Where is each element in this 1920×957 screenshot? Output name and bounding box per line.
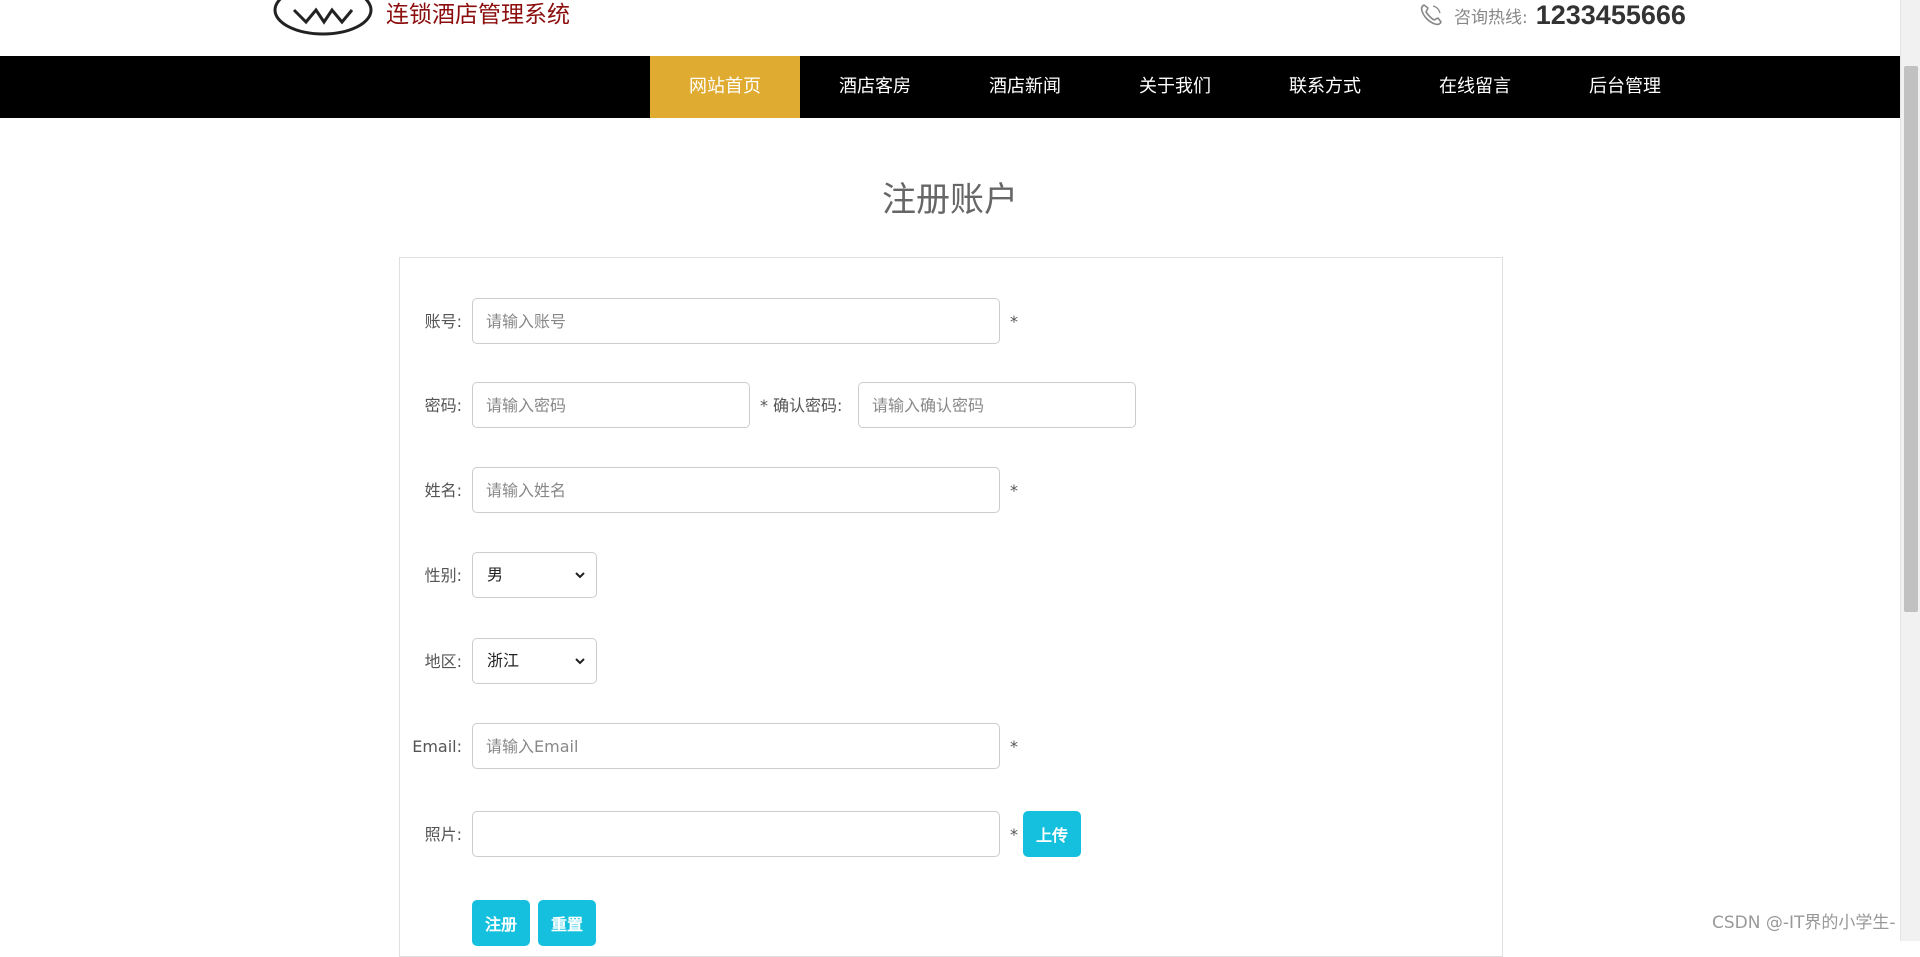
nav-item-message[interactable]: 在线留言 [1400,56,1550,118]
photo-row: 照片: * 上传 [400,811,1502,859]
name-label: 姓名: [424,481,462,500]
gender-row: 性别: 男 [400,552,1502,600]
email-row: Email: * [400,723,1502,771]
password-row: 密码: * 确认密码: [400,382,1502,430]
account-required-mark: * [1010,312,1018,331]
upload-button[interactable]: 上传 [1023,811,1081,857]
main-nav: 网站首页 酒店客房 酒店新闻 关于我们 联系方式 在线留言 后台管理 [0,56,1900,118]
gender-selected-value: 男 [487,565,504,584]
password-input[interactable] [472,382,750,428]
account-input[interactable] [472,298,1000,344]
region-row: 地区: 浙江 [400,638,1502,686]
register-form: 账号: * 密码: * 确认密码: 姓名: * 性别: 男 地区: 浙江 [399,257,1503,957]
photo-required-mark: * [1010,825,1018,844]
chevron-down-icon [575,572,585,579]
watermark: CSDN @-IT界的小学生- [1712,913,1896,933]
page-title: 注册账户 [882,180,1018,220]
site-header: 连锁酒店管理系统 咨询热线: 1233455666 [0,0,1900,56]
site-logo-text[interactable]: 连锁酒店管理系统 [386,0,570,32]
photo-label: 照片: [424,825,462,844]
photo-input[interactable] [472,811,1000,857]
phone-icon [1420,4,1442,26]
password-required-mark: * [760,396,768,415]
account-row: 账号: * [400,298,1502,346]
gender-select[interactable]: 男 [472,552,597,598]
name-required-mark: * [1010,481,1018,500]
register-button[interactable]: 注册 [472,900,530,946]
hotline: 咨询热线: 1233455666 [1418,0,1686,30]
page-scrollbar[interactable] [1900,0,1920,941]
reset-button[interactable]: 重置 [538,900,596,946]
nav-item-home[interactable]: 网站首页 [650,56,800,118]
region-label: 地区: [424,652,462,671]
name-input[interactable] [472,467,1000,513]
email-label: Email: [412,737,462,756]
account-label: 账号: [424,312,462,331]
region-selected-value: 浙江 [487,651,520,670]
nav-item-contact[interactable]: 联系方式 [1250,56,1400,118]
confirm-password-label: 确认密码: [773,396,843,415]
email-required-mark: * [1010,737,1018,756]
hotline-number: 1233455666 [1535,0,1686,30]
nav-item-admin[interactable]: 后台管理 [1550,56,1700,118]
nav-items: 网站首页 酒店客房 酒店新闻 关于我们 联系方式 在线留言 后台管理 [650,56,1700,118]
region-select[interactable]: 浙江 [472,638,597,684]
confirm-password-input[interactable] [858,382,1136,428]
logo-icon[interactable] [272,0,374,36]
chevron-down-icon [575,658,585,665]
name-row: 姓名: * [400,467,1502,515]
nav-item-about[interactable]: 关于我们 [1100,56,1250,118]
password-label: 密码: [424,396,462,415]
hotline-label: 咨询热线: [1454,7,1528,28]
nav-item-rooms[interactable]: 酒店客房 [800,56,950,118]
nav-item-news[interactable]: 酒店新闻 [950,56,1100,118]
email-input[interactable] [472,723,1000,769]
scrollbar-thumb[interactable] [1904,66,1918,612]
gender-label: 性别: [424,566,462,585]
